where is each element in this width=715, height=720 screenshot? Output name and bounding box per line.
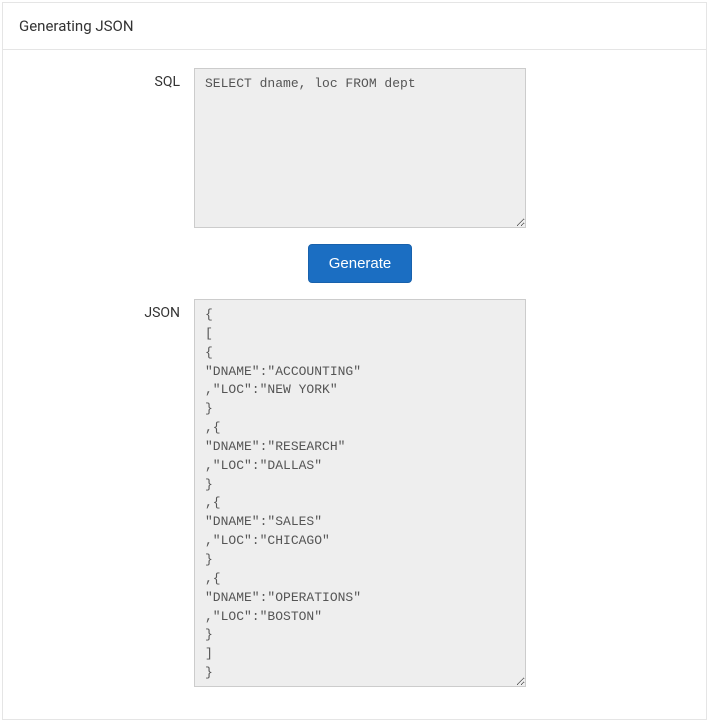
sql-label: SQL bbox=[19, 68, 194, 90]
json-label: JSON bbox=[19, 299, 194, 321]
sql-input[interactable] bbox=[194, 68, 526, 228]
panel-header: Generating JSON bbox=[3, 3, 706, 50]
sql-row: SQL bbox=[19, 68, 690, 232]
panel-body: SQL Generate JSON bbox=[3, 50, 706, 719]
panel: Generating JSON SQL Generate JSON bbox=[2, 2, 707, 720]
generate-button[interactable]: Generate bbox=[308, 244, 413, 283]
json-control-wrap bbox=[194, 299, 526, 691]
button-row: Generate bbox=[194, 244, 526, 283]
json-row: JSON bbox=[19, 299, 690, 691]
json-output[interactable] bbox=[194, 299, 526, 687]
page-title: Generating JSON bbox=[19, 17, 690, 35]
sql-control-wrap bbox=[194, 68, 526, 232]
